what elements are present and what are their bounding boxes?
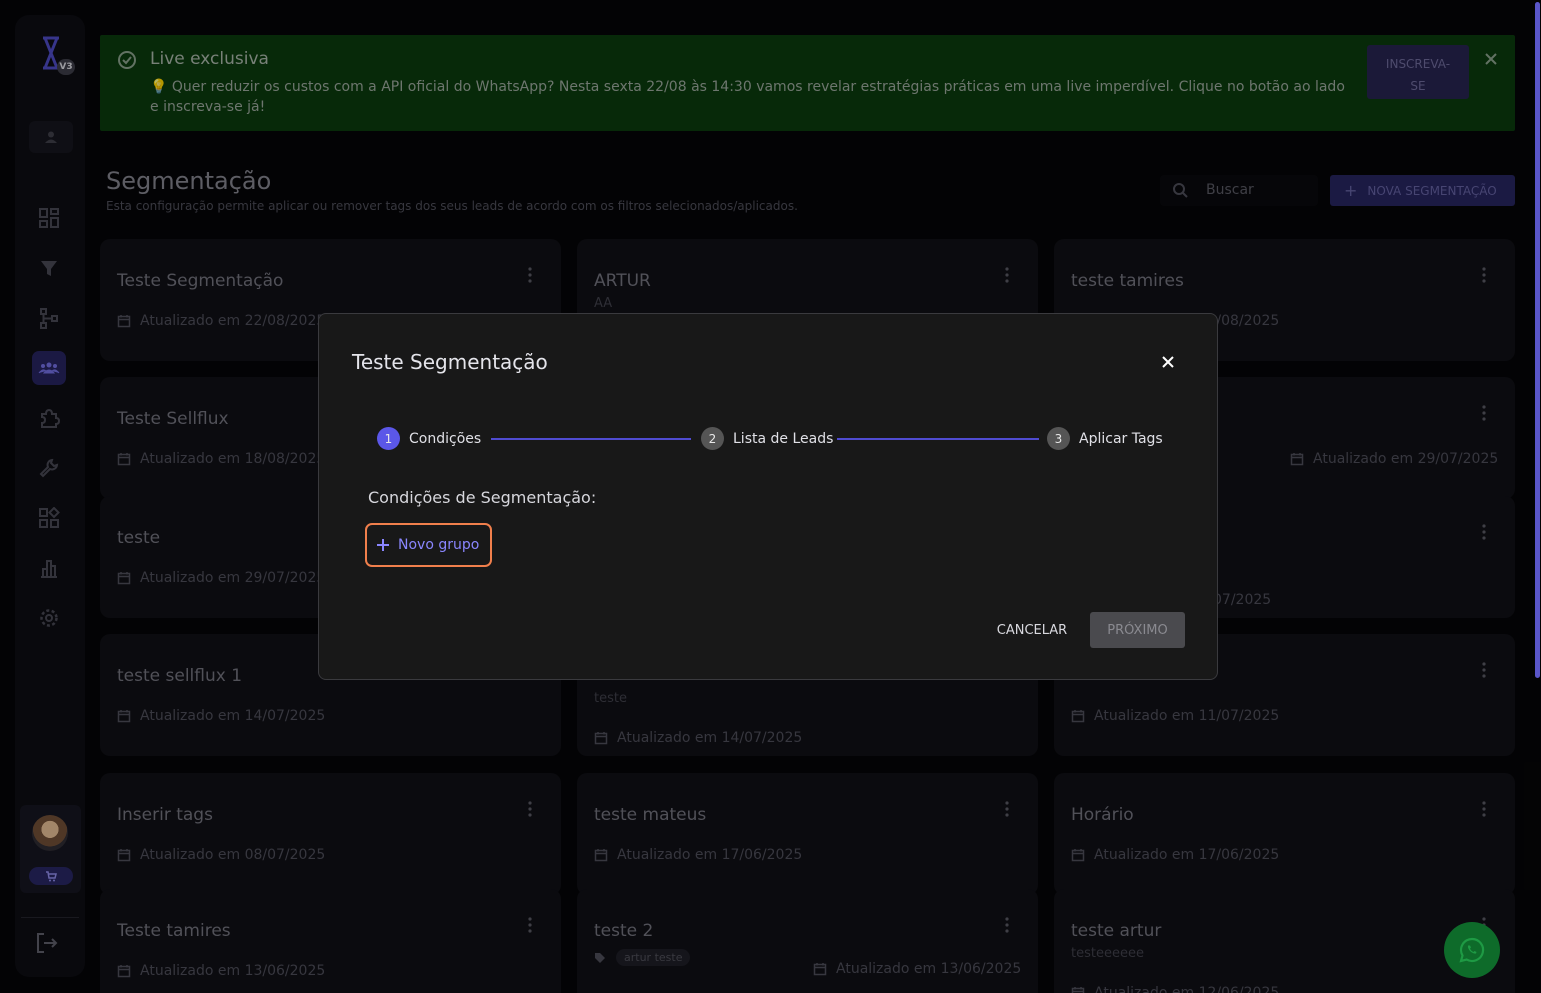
new-group-label: Novo grupo [398, 537, 480, 553]
plus-icon [377, 539, 389, 551]
next-button[interactable]: PRÓXIMO [1090, 612, 1185, 648]
whatsapp-icon [1459, 937, 1485, 963]
step-connector [491, 438, 691, 440]
step-lead-list[interactable]: 2 Lista de Leads [701, 427, 833, 450]
modal-title: Teste Segmentação [352, 350, 548, 374]
step-label: Condições [409, 430, 482, 447]
close-icon[interactable] [1160, 354, 1176, 370]
cancel-button[interactable]: CANCELAR [985, 613, 1079, 647]
step-number: 2 [701, 427, 724, 450]
step-number: 1 [377, 427, 400, 450]
step-number: 3 [1047, 427, 1070, 450]
step-label: Lista de Leads [733, 430, 834, 447]
step-label: Aplicar Tags [1079, 430, 1163, 447]
segmentation-modal: Teste Segmentação 1 Condições 2 Lista de… [318, 313, 1218, 680]
step-apply-tags[interactable]: 3 Aplicar Tags [1047, 427, 1163, 450]
conditions-label: Condições de Segmentação: [368, 488, 597, 507]
scrollbar[interactable] [1535, 2, 1540, 678]
stepper: 1 Condições 2 Lista de Leads 3 Aplicar T… [377, 427, 1167, 451]
step-conditions[interactable]: 1 Condições [377, 427, 481, 450]
new-group-button[interactable]: Novo grupo [365, 523, 492, 567]
step-connector [837, 438, 1039, 440]
whatsapp-button[interactable] [1444, 922, 1500, 978]
